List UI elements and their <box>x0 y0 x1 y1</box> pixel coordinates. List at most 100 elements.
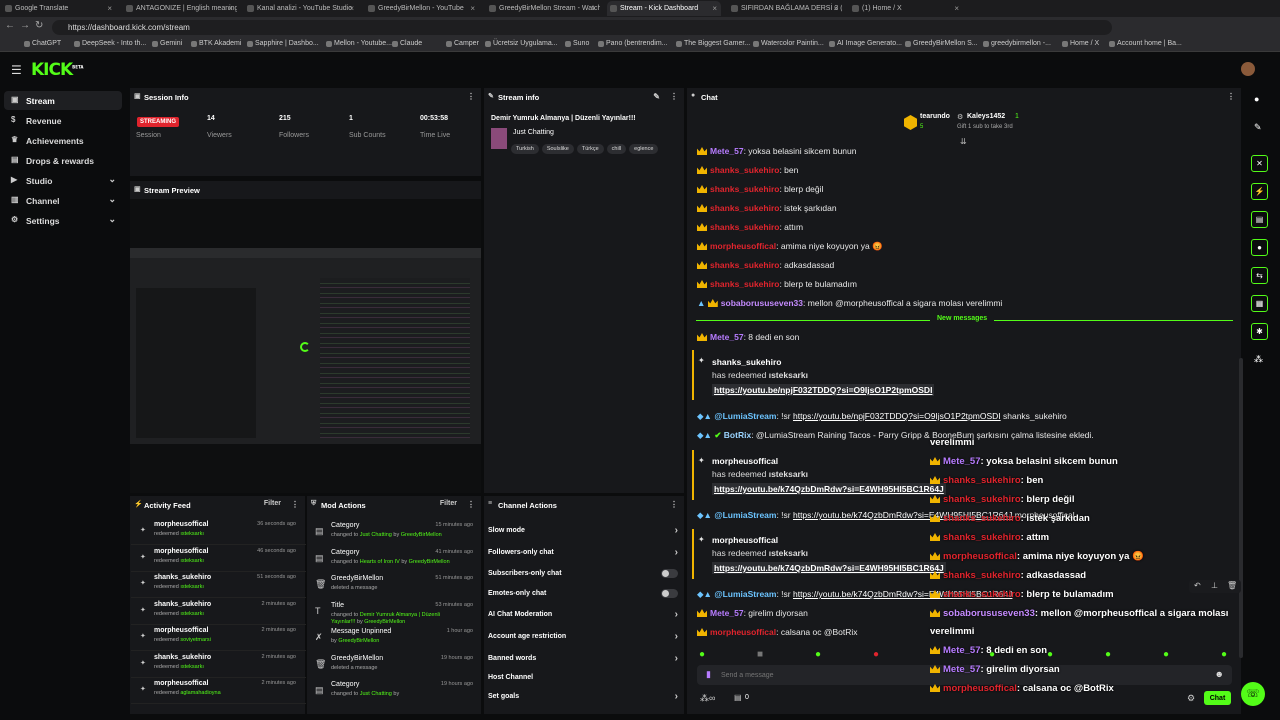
chat-username[interactable]: Mete_57 <box>710 608 744 618</box>
browser-tab[interactable]: SIFIRDAN BAĞLAMA DERSİ 3 (Eh × <box>728 1 842 16</box>
chat-username[interactable]: morpheusoffical <box>710 627 776 637</box>
chevron-right-icon[interactable]: › <box>675 525 678 536</box>
bookmark-item[interactable]: Mellon - Youtube... <box>326 40 392 47</box>
sidebar-item-achievements[interactable]: ♛ Achievements <box>4 131 122 150</box>
emote-icon[interactable]: ■ <box>757 649 763 660</box>
chevron-right-icon[interactable]: › <box>675 547 678 558</box>
address-bar[interactable]: https://dashboard.kick.com/stream <box>52 20 1112 35</box>
channel-action-set-goals[interactable]: Set goals › <box>488 691 682 711</box>
avatar[interactable] <box>1241 62 1255 76</box>
chat-username[interactable]: shanks_sukehiro <box>710 165 779 175</box>
close-tab-icon[interactable]: × <box>228 4 233 13</box>
toggle-switch[interactable] <box>661 589 678 598</box>
bookmark-item[interactable]: Suno <box>565 40 589 47</box>
bookmark-item[interactable]: The Biggest Gamer... <box>676 40 750 47</box>
channel-action-banned-words[interactable]: Banned words › <box>488 653 682 673</box>
chat-username[interactable]: shanks_sukehiro <box>710 184 779 194</box>
bookmark-item[interactable]: Claude <box>392 40 422 47</box>
more-icon[interactable]: ⋮ <box>467 92 475 101</box>
activity-user[interactable]: shanks_sukehiro <box>154 601 211 608</box>
expand-icon[interactable]: ⇊ <box>960 137 967 146</box>
reload-icon[interactable]: ↻ <box>35 20 43 31</box>
redeem-user[interactable]: shanks_sukehiro <box>712 357 1237 367</box>
more-icon[interactable]: ⋮ <box>291 500 299 509</box>
activity-user[interactable]: shanks_sukehiro <box>154 574 211 581</box>
bookmark-item[interactable]: Sapphire | Dashbo... <box>247 40 319 47</box>
bookmark-item[interactable]: DeepSeek - Into th... <box>74 40 146 47</box>
stream-tag[interactable]: Turkish <box>511 144 539 154</box>
chevron-right-icon[interactable]: › <box>675 691 678 702</box>
close-tab-icon[interactable]: × <box>954 4 959 13</box>
close-tab-icon[interactable]: × <box>591 4 596 13</box>
sidebar-item-studio[interactable]: ▶ Studio ⌄ <box>4 171 122 190</box>
bookmark-item[interactable]: Camper <box>446 40 479 47</box>
browser-tab[interactable]: Google Translate × <box>2 1 116 16</box>
chevron-right-icon[interactable]: › <box>675 609 678 620</box>
bookmark-item[interactable]: Ücretsiz Uygulama... <box>485 40 558 47</box>
more-icon[interactable]: ⋮ <box>467 500 475 509</box>
filter-button[interactable]: Filter <box>440 500 457 507</box>
chat-username[interactable]: BotRix <box>724 430 751 440</box>
close-tab-icon[interactable]: × <box>712 4 717 13</box>
chat-username[interactable]: shanks_sukehiro <box>710 260 779 270</box>
users-icon[interactable]: ⁂∞ <box>700 693 715 704</box>
emoji-icon[interactable]: ☻ <box>1215 669 1224 679</box>
rail-fullscreen-icon[interactable]: ✕ <box>1251 155 1268 172</box>
stream-tag[interactable]: chill <box>606 144 627 154</box>
edit-rail-icon[interactable]: ✎ <box>1254 122 1262 133</box>
filter-button[interactable]: Filter <box>264 500 281 507</box>
chat-username[interactable]: morpheusoffical <box>710 241 776 251</box>
rail-chat-icon[interactable]: ● <box>1251 239 1268 256</box>
bookmark-item[interactable]: Watercolor Paintin... <box>753 40 824 47</box>
activity-user[interactable]: morpheusoffical <box>154 521 208 528</box>
delete-icon[interactable]: 🗑 <box>1227 581 1237 590</box>
redeem-link[interactable]: https://youtu.be/k74QzbDmRdw?si=E4WH95HI… <box>714 563 944 573</box>
browser-tab[interactable]: (1) Home / X × <box>849 1 963 16</box>
activity-user[interactable]: morpheusoffical <box>154 627 208 634</box>
chat-username[interactable]: @LumiaStream <box>714 411 776 421</box>
browser-tab[interactable]: GreedyBirMellon Stream - Watch × <box>486 1 600 16</box>
channel-action-account-age-restriction[interactable]: Account age restriction › <box>488 631 682 651</box>
browser-tab[interactable]: GreedyBirMellon - YouTube × <box>365 1 479 16</box>
close-tab-icon[interactable]: × <box>349 4 354 13</box>
back-icon[interactable]: ← <box>5 20 15 31</box>
sidebar-item-revenue[interactable]: $ Revenue <box>4 111 122 130</box>
chat-username[interactable]: shanks_sukehiro <box>710 222 779 232</box>
browser-tab[interactable]: Kanal analizi - YouTube Studio × <box>244 1 358 16</box>
more-icon[interactable]: ⋮ <box>670 500 678 509</box>
close-tab-icon[interactable]: × <box>470 4 475 13</box>
channel-action-emotes-only-chat[interactable]: Emotes-only chat <box>488 589 682 608</box>
forward-icon[interactable]: → <box>20 20 30 31</box>
bookmark-item[interactable]: AI Image Generato... <box>829 40 902 47</box>
emote-icon[interactable]: ● <box>1221 649 1227 660</box>
emote-icon[interactable]: ● <box>1047 649 1053 660</box>
emote-icon[interactable]: ● <box>1163 649 1169 660</box>
bookmark-item[interactable]: ChatGPT <box>24 40 61 47</box>
settings-icon[interactable]: ⚙ <box>1187 693 1195 704</box>
channel-action-followers-only-chat[interactable]: Followers-only chat › <box>488 547 682 567</box>
pencil-icon[interactable]: ✎ <box>653 92 660 101</box>
more-icon[interactable]: ⋮ <box>670 92 678 101</box>
redeem-link[interactable]: https://youtu.be/k74QzbDmRdw?si=E4WH95HI… <box>714 484 944 494</box>
rail-lightning-icon[interactable]: ⚡ <box>1251 183 1268 200</box>
browser-tab[interactable]: Stream - Kick Dashboard × <box>607 1 721 16</box>
stream-video[interactable] <box>130 248 481 444</box>
chat-username[interactable]: @LumiaStream <box>714 510 776 520</box>
chat-username[interactable]: @LumiaStream <box>714 589 776 599</box>
rail-wrench-icon[interactable]: ✱ <box>1251 323 1268 340</box>
chat-username[interactable]: Mete_57 <box>710 146 744 156</box>
box-icon[interactable]: ▤ <box>734 693 742 702</box>
chat-username[interactable]: sobaborususeven33 <box>721 298 803 308</box>
close-tab-icon[interactable]: × <box>833 4 838 13</box>
bookmark-item[interactable]: greedybirmellon -... <box>983 40 1051 47</box>
bookmark-item[interactable]: BTK Akademi <box>191 40 241 47</box>
sidebar-item-drops-rewards[interactable]: ▤ Drops & rewards <box>4 151 122 170</box>
rail-calendar-icon[interactable]: ▦ <box>1251 295 1268 312</box>
emote-icon[interactable]: ● <box>1105 649 1111 660</box>
top-gifter-name[interactable]: tearundo <box>920 113 950 120</box>
support-chat-icon[interactable]: ☏ <box>1241 682 1265 706</box>
stream-tag[interactable]: Soulslike <box>541 144 574 154</box>
bookmark-item[interactable]: Gemini <box>152 40 182 47</box>
redeem-link[interactable]: https://youtu.be/npjF032TDDQ?si=O9IjsO1P… <box>714 385 932 395</box>
chevron-right-icon[interactable]: › <box>675 631 678 642</box>
